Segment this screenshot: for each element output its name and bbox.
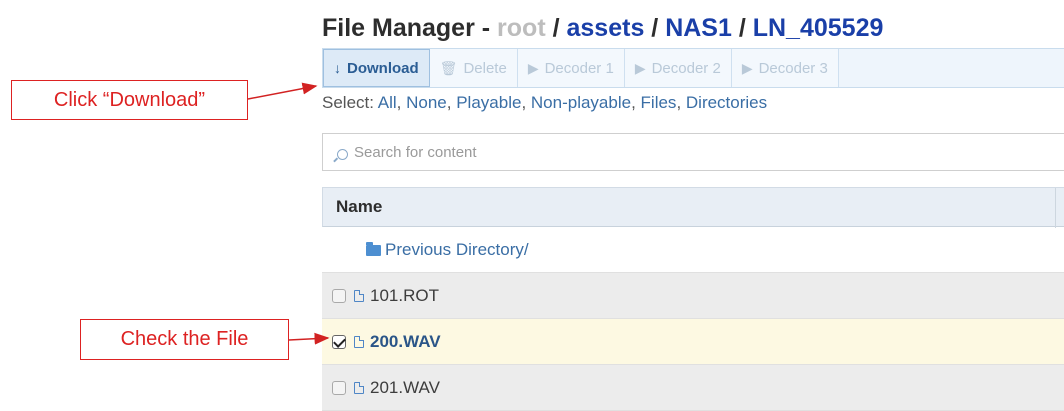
search-placeholder: Search for content (354, 143, 477, 161)
download-label: Download (347, 59, 419, 77)
table-row[interactable]: 200.WAV (322, 319, 1064, 365)
decoder-2-button[interactable]: ▶ Decoder 2 (624, 49, 732, 87)
file-name[interactable]: 200.WAV (370, 332, 441, 352)
trash-icon: 🗑 (439, 59, 458, 76)
row-checkbox[interactable] (332, 380, 346, 395)
check-file-callout: Check the File (80, 319, 289, 360)
select-playable-link[interactable]: Playable (456, 93, 521, 112)
decoder-1-button[interactable]: ▶ Decoder 1 (517, 49, 625, 87)
breadcrumb-separator: / (545, 14, 567, 42)
table-row[interactable]: 201.WAV (322, 365, 1064, 411)
select-directories-link[interactable]: Directories (686, 93, 767, 112)
delete-button[interactable]: 🗑 Delete (429, 49, 518, 87)
search-input[interactable]: Search for content (322, 133, 1064, 171)
file-table: Name Previous Directory/ 101.ROT 200.WAV… (322, 187, 1064, 411)
download-callout-text: Click “Download” (53, 88, 206, 111)
select-none-link[interactable]: None (406, 93, 447, 112)
column-divider[interactable] (1055, 188, 1056, 228)
file-name[interactable]: 201.WAV (370, 378, 440, 398)
select-files-link[interactable]: Files (641, 93, 677, 112)
breadcrumb-nas1[interactable]: NAS1 (665, 14, 732, 42)
file-name[interactable]: 101.ROT (370, 286, 439, 306)
title-prefix: File Manager - (322, 14, 498, 42)
decoder-2-label: Decoder 2 (651, 59, 721, 77)
page-title: File Manager - root / assets / NAS1 / LN… (322, 14, 883, 43)
download-button[interactable]: ↓ Download (323, 49, 430, 87)
download-arrow (247, 82, 318, 100)
breadcrumb-root[interactable]: root (497, 14, 546, 42)
file-icon (354, 335, 364, 348)
table-row[interactable]: 101.ROT (322, 273, 1064, 319)
decoder-3-button[interactable]: ▶ Decoder 3 (731, 49, 839, 87)
download-callout: Click “Download” (11, 80, 248, 120)
breadcrumb-separator: / (644, 14, 666, 42)
previous-directory-link[interactable]: Previous Directory/ (385, 240, 529, 260)
search-icon (337, 148, 348, 160)
row-checkbox[interactable] (332, 334, 346, 349)
folder-icon (366, 242, 381, 256)
select-filter: Select: All, None, Playable, Non-playabl… (322, 93, 768, 112)
select-label: Select: (322, 93, 378, 112)
select-all-link[interactable]: All (378, 93, 397, 112)
previous-directory-row[interactable]: Previous Directory/ (322, 227, 1064, 273)
file-icon (354, 381, 364, 394)
breadcrumb-assets[interactable]: assets (567, 14, 645, 42)
breadcrumb-separator: / (731, 14, 753, 42)
column-header-name[interactable]: Name (322, 187, 1064, 228)
select-non-playable-link[interactable]: Non-playable (531, 93, 631, 112)
toolbar: ↓ Download 🗑 Delete ▶ Decoder 1 ▶ Decode… (322, 48, 1064, 88)
play-triangle-icon: ▶ (527, 59, 539, 76)
check-file-callout-text: Check the File (120, 328, 249, 350)
breadcrumb-current-folder[interactable]: LN_405529 (753, 14, 884, 42)
column-header-label: Name (336, 197, 383, 216)
delete-label: Delete (463, 59, 507, 77)
file-icon (354, 289, 364, 302)
decoder-3-label: Decoder 3 (758, 59, 828, 77)
row-checkbox[interactable] (332, 288, 346, 303)
download-arrow-icon: ↓ (334, 60, 341, 76)
decoder-1-label: Decoder 1 (544, 59, 614, 77)
play-triangle-icon: ▶ (634, 59, 646, 76)
play-triangle-icon: ▶ (741, 59, 753, 76)
